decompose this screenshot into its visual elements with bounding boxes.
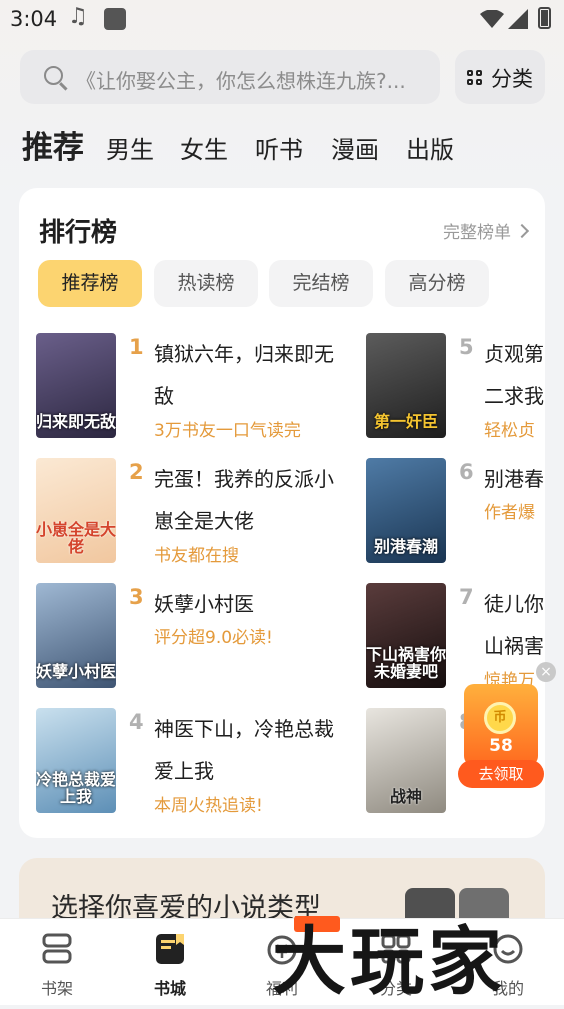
book-cover: 冷艳总裁爱上我: [36, 708, 116, 813]
battery-icon: [538, 7, 551, 29]
book-item-1[interactable]: 归来即无敌 1 镇狱六年，归来即无敌 3万书友一口气读完: [36, 333, 356, 443]
tab-audiobook[interactable]: 听书: [255, 130, 303, 165]
book-title: 完蛋！我养的反派小崽全是大佬: [154, 467, 334, 533]
wifi-icon: [480, 10, 504, 28]
tab-published[interactable]: 出版: [406, 130, 454, 165]
bookstore-icon: [156, 934, 184, 964]
book-item-5[interactable]: 第一奸臣 5 贞观第二求我 轻松贞: [366, 333, 545, 443]
nav-bookstore[interactable]: 书城: [130, 919, 210, 1005]
app-notification-icon: [104, 8, 126, 30]
book-rank: 3: [129, 585, 144, 609]
book-tag: 本周火热追读!: [154, 796, 263, 816]
book-rank: 7: [459, 585, 474, 609]
book-title: 别港春: [484, 467, 544, 491]
book-item-2[interactable]: 小崽全是大佬 2 完蛋！我养的反派小崽全是大佬 书友都在搜: [36, 458, 356, 568]
book-cover: 第一奸臣: [366, 333, 446, 438]
chip-high-score[interactable]: 高分榜: [385, 260, 489, 307]
tab-recommend[interactable]: 推荐: [22, 122, 84, 167]
tab-comics[interactable]: 漫画: [331, 130, 379, 165]
book-cover: 别港春潮: [366, 458, 446, 563]
book-title: 徒儿你山祸害: [484, 592, 544, 658]
book-cover: 战神: [366, 708, 446, 813]
search-placeholder: 《让你娶公主，你怎么想株连九族?...: [76, 69, 406, 93]
book-title: 贞观第二求我: [484, 342, 544, 408]
book-item-6[interactable]: 别港春潮 6 别港春 作者爆: [366, 458, 545, 568]
status-time: 3:04: [10, 7, 58, 31]
book-title: 镇狱六年，归来即无敌: [154, 342, 334, 408]
grid-icon: [467, 70, 483, 86]
chip-finished[interactable]: 完结榜: [269, 260, 373, 307]
book-cover: 归来即无敌: [36, 333, 116, 438]
book-item-4[interactable]: 冷艳总裁爱上我 4 神医下山，冷艳总裁爱上我 本周火热追读!: [36, 708, 356, 818]
book-tag: 轻松贞: [484, 421, 535, 441]
category-button-label: 分类: [491, 67, 533, 91]
watermark-logo: 大玩家: [272, 919, 506, 1005]
tab-male[interactable]: 男生: [106, 130, 154, 165]
book-title: 妖孽小村医: [154, 592, 254, 616]
book-rank: 1: [129, 335, 144, 359]
coin-icon: 币: [484, 702, 516, 734]
book-rank: 4: [129, 710, 144, 734]
book-cover: 小崽全是大佬: [36, 458, 116, 563]
book-cover: 下山祸害你未婚妻吧: [366, 583, 446, 688]
chip-hot[interactable]: 热读榜: [154, 260, 258, 307]
chevron-right-icon: [514, 223, 530, 239]
book-tag: 书友都在搜: [154, 546, 239, 566]
nav-label: 书架: [40, 979, 73, 998]
book-cover: 妖孽小村医: [36, 583, 116, 688]
music-note-icon: ♫: [68, 4, 88, 29]
full-ranking-label: 完整榜单: [443, 223, 511, 243]
signal-icon: [508, 9, 528, 29]
book-item-3[interactable]: 妖孽小村医 3 妖孽小村医 评分超9.0必读!: [36, 583, 356, 693]
book-rank: 2: [129, 460, 144, 484]
claim-button[interactable]: 去领取: [458, 760, 544, 788]
ranking-title: 排行榜: [39, 218, 118, 248]
chip-recommend[interactable]: 推荐榜: [38, 260, 142, 307]
book-tag: 作者爆: [484, 503, 535, 523]
reward-widget[interactable]: 币 58 去领取: [458, 684, 544, 790]
reward-amount: 58: [489, 736, 513, 756]
tab-female[interactable]: 女生: [180, 130, 228, 165]
search-bar[interactable]: 《让你娶公主，你怎么想株连九族?...: [20, 50, 440, 104]
search-icon: [44, 66, 63, 85]
close-icon[interactable]: ×: [536, 662, 556, 682]
bookshelf-icon: [42, 933, 72, 964]
full-ranking-link[interactable]: 完整榜单: [443, 218, 530, 243]
book-title: 神医下山，冷艳总裁爱上我: [154, 717, 334, 783]
book-tag: 3万书友一口气读完: [154, 421, 301, 441]
book-rank: 6: [459, 460, 474, 484]
status-bar: 3:04 ♫: [0, 0, 564, 38]
book-tag: 评分超9.0必读!: [154, 628, 273, 648]
book-item-7[interactable]: 下山祸害你未婚妻吧 7 徒儿你山祸害 惊艳万: [366, 583, 545, 693]
nav-bookshelf[interactable]: 书架: [17, 919, 97, 1005]
book-rank: 5: [459, 335, 474, 359]
category-button[interactable]: 分类: [455, 50, 545, 104]
nav-label: 书城: [153, 979, 186, 998]
